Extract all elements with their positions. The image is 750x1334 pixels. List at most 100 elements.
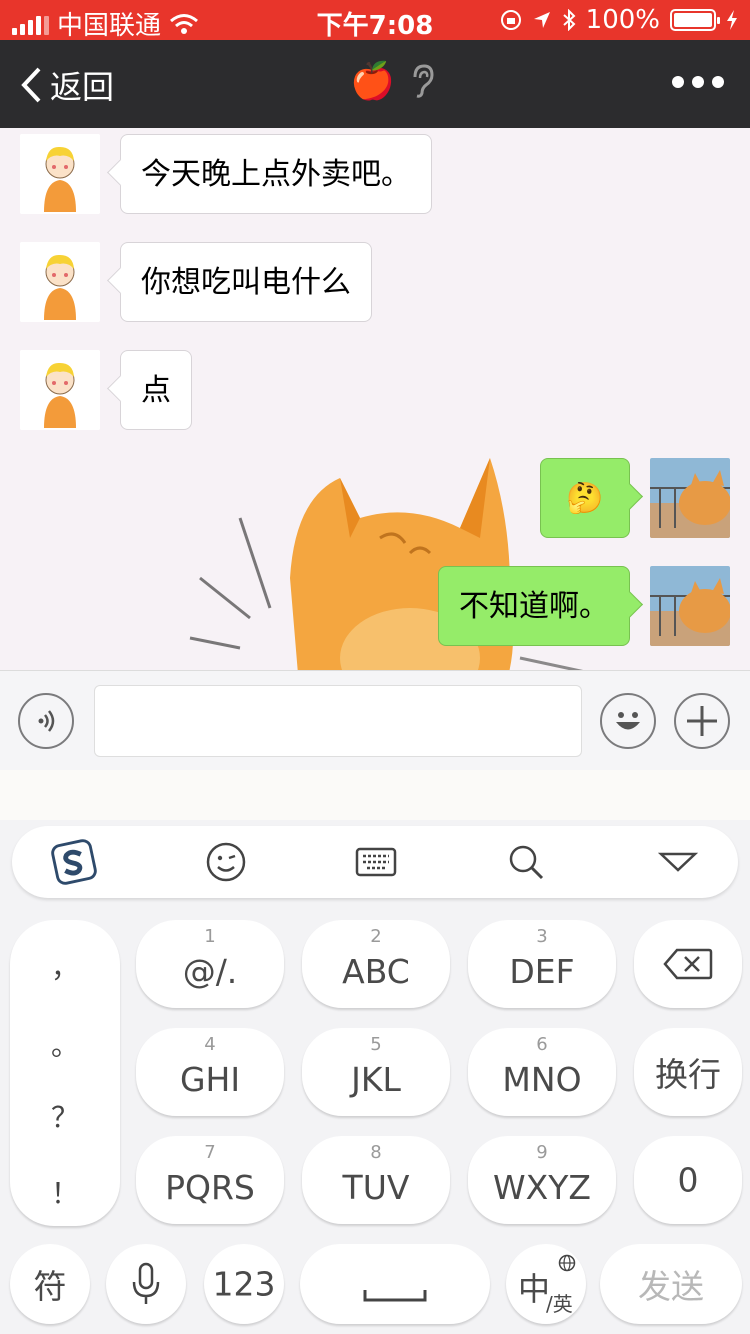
my-avatar[interactable] bbox=[650, 566, 730, 646]
message-row-outgoing: 不知道啊。 bbox=[438, 566, 730, 646]
key-0[interactable]: 0 bbox=[634, 1136, 742, 1224]
key-1[interactable]: 1 @/. bbox=[136, 920, 284, 1008]
numeric-label: 123 bbox=[212, 1264, 276, 1304]
key-number: 4 bbox=[204, 1034, 216, 1055]
key-number: 2 bbox=[370, 926, 382, 947]
key-4[interactable]: 4 GHI bbox=[136, 1028, 284, 1116]
more-button[interactable] bbox=[672, 76, 724, 88]
key-9[interactable]: 9 WXYZ bbox=[468, 1136, 616, 1224]
lang-sub-label: /英 bbox=[546, 1292, 573, 1316]
key-label: MNO bbox=[502, 1060, 582, 1099]
my-avatar[interactable] bbox=[650, 458, 730, 538]
key-7[interactable]: 7 PQRS bbox=[136, 1136, 284, 1224]
ear-icon bbox=[413, 64, 434, 98]
bluetooth-icon bbox=[562, 9, 576, 31]
send-button[interactable]: 发送 bbox=[600, 1244, 742, 1324]
key-label: 0 bbox=[677, 1160, 699, 1200]
key-5[interactable]: 5 JKL bbox=[302, 1028, 450, 1116]
message-row-incoming: 点 bbox=[20, 350, 192, 430]
dot bbox=[672, 76, 684, 88]
microphone-button[interactable] bbox=[106, 1244, 186, 1324]
message-row-outgoing: 🤔 bbox=[540, 458, 730, 538]
punctuation-column: ， 。 ？ ！ bbox=[10, 920, 120, 1226]
search-icon[interactable] bbox=[502, 838, 550, 886]
voice-icon bbox=[38, 710, 55, 732]
message-input[interactable] bbox=[94, 685, 582, 757]
message-row-incoming: 今天晚上点外卖吧。 bbox=[20, 134, 432, 214]
backspace-button[interactable] bbox=[634, 920, 742, 1008]
user-avatar[interactable] bbox=[20, 134, 100, 214]
key-label: JKL bbox=[351, 1060, 401, 1099]
dot bbox=[712, 76, 724, 88]
message-bubble[interactable]: 不知道啊。 bbox=[438, 566, 630, 646]
symbols-label: 符 bbox=[33, 1267, 67, 1306]
message-bubble[interactable]: 🤔 bbox=[540, 458, 630, 538]
orientation-lock-icon bbox=[500, 10, 521, 30]
microphone-icon bbox=[132, 1262, 160, 1304]
key-number: 5 bbox=[370, 1034, 382, 1055]
wink-emoji-icon[interactable] bbox=[202, 838, 250, 886]
key-label: DEF bbox=[509, 952, 575, 991]
punctuation-exclamation[interactable]: ！ bbox=[10, 1172, 120, 1212]
key-label: GHI bbox=[179, 1060, 241, 1099]
key-6[interactable]: 6 MNO bbox=[468, 1028, 616, 1116]
newline-label: 换行 bbox=[655, 1055, 721, 1094]
keyboard-icon[interactable] bbox=[352, 838, 400, 886]
newline-button[interactable]: 换行 bbox=[634, 1028, 742, 1116]
globe-icon bbox=[558, 1254, 576, 1272]
status-bar: 中国联通 下午7:08 100% bbox=[0, 0, 750, 41]
numeric-button[interactable]: 123 bbox=[204, 1244, 284, 1324]
key-8[interactable]: 8 TUV bbox=[302, 1136, 450, 1224]
emoji-icon bbox=[616, 712, 640, 730]
keyboard-toolbar bbox=[12, 826, 738, 898]
symbols-button[interactable]: 符 bbox=[10, 1244, 90, 1324]
voice-button[interactable] bbox=[18, 693, 74, 749]
dot bbox=[692, 76, 704, 88]
key-label: PQRS bbox=[165, 1168, 255, 1207]
emoji-button[interactable] bbox=[600, 693, 656, 749]
key-number: 1 bbox=[204, 926, 216, 947]
chevron-left-icon bbox=[21, 67, 41, 103]
key-3[interactable]: 3 DEF bbox=[468, 920, 616, 1008]
key-label: WXYZ bbox=[492, 1168, 591, 1207]
charging-icon bbox=[727, 10, 737, 30]
send-label: 发送 bbox=[638, 1267, 704, 1306]
user-avatar[interactable] bbox=[20, 350, 100, 430]
back-label: 返回 bbox=[50, 68, 115, 106]
apple-emoji: 🍎 bbox=[350, 61, 395, 102]
language-toggle-button[interactable]: 中 /英 bbox=[506, 1244, 586, 1324]
key-number: 3 bbox=[536, 926, 548, 947]
space-icon bbox=[363, 1290, 427, 1302]
key-number: 8 bbox=[370, 1142, 382, 1163]
backspace-icon bbox=[663, 948, 713, 980]
keyboard: ， 。 ？ ！ 1 @/. 2 ABC 3 DEF 4 GHI 5 JKL 6 … bbox=[0, 820, 750, 1334]
plus-button[interactable] bbox=[674, 693, 730, 749]
chat-title: 🍎 bbox=[350, 60, 435, 102]
space-button[interactable] bbox=[300, 1244, 490, 1324]
battery-icon bbox=[670, 9, 720, 31]
message-row-incoming: 你想吃叫电什么 bbox=[20, 242, 372, 322]
message-bubble[interactable]: 点 bbox=[120, 350, 192, 430]
chat-area[interactable]: 今天晚上点外卖吧。 你想吃叫电什么 点 🤔 不知道啊。 bbox=[0, 128, 750, 670]
message-bubble[interactable]: 今天晚上点外卖吧。 bbox=[120, 134, 432, 214]
key-label: @/. bbox=[182, 952, 238, 991]
battery-percent: 100% bbox=[585, 5, 660, 35]
user-avatar[interactable] bbox=[20, 242, 100, 322]
nav-bar: 返回 🍎 bbox=[0, 40, 750, 128]
key-2[interactable]: 2 ABC bbox=[302, 920, 450, 1008]
location-icon bbox=[533, 12, 550, 28]
key-number: 7 bbox=[204, 1142, 216, 1163]
input-bar bbox=[0, 670, 750, 770]
punctuation-question[interactable]: ？ bbox=[10, 1096, 120, 1136]
sogou-logo-icon[interactable] bbox=[50, 838, 98, 886]
collapse-icon[interactable] bbox=[654, 838, 702, 886]
key-number: 9 bbox=[536, 1142, 548, 1163]
message-bubble[interactable]: 你想吃叫电什么 bbox=[120, 242, 372, 322]
back-button[interactable]: 返回 bbox=[20, 62, 114, 108]
status-right: 100% bbox=[500, 5, 738, 35]
plus-icon bbox=[687, 706, 717, 736]
punctuation-period[interactable]: 。 bbox=[10, 1024, 120, 1064]
punctuation-comma[interactable]: ， bbox=[10, 946, 120, 986]
key-label: ABC bbox=[342, 952, 410, 991]
keyboard-top-gap bbox=[0, 770, 750, 820]
